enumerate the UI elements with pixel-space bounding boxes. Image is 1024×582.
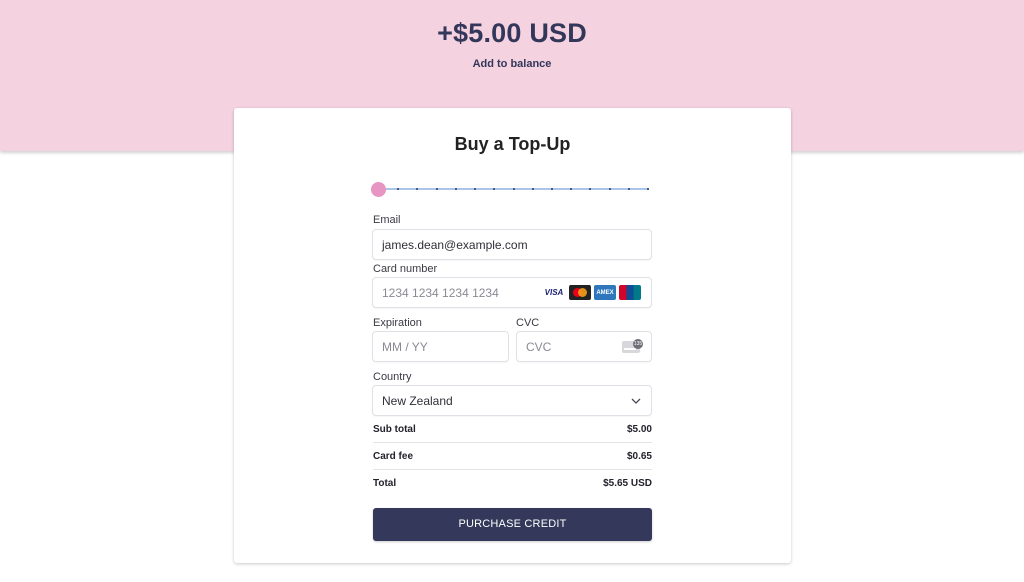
expiration-label: Expiration <box>373 317 422 329</box>
country-value: New Zealand <box>382 394 453 408</box>
total-label: Total <box>373 478 397 489</box>
expiration-field[interactable]: MM / YY <box>372 331 509 362</box>
amex-icon: AMEX <box>594 285 616 300</box>
cvc-label: CVC <box>516 317 540 329</box>
email-label: Email <box>373 214 401 226</box>
total-value: $5.65 USD <box>603 478 652 489</box>
slider-tick <box>589 188 592 190</box>
email-field[interactable]: james.dean@example.com <box>372 229 652 260</box>
country-select[interactable]: New Zealand <box>372 385 652 416</box>
card-fee-label: Card fee <box>373 451 414 462</box>
purchase-credit-button[interactable]: PURCHASE CREDIT <box>373 508 652 541</box>
card-title: Buy a Top-Up <box>454 134 571 154</box>
mastercard-icon <box>569 285 591 300</box>
subtotal-row: Sub total $5.00 <box>373 416 652 443</box>
slider-tick <box>570 188 573 190</box>
slider-tick <box>608 188 611 190</box>
slider-tick <box>627 188 630 190</box>
slider-tick <box>512 188 515 190</box>
top-up-card: Buy a Top-Up Email james.dean@example.co… <box>234 108 791 563</box>
unionpay-icon <box>619 285 641 300</box>
slider-tick <box>435 188 438 190</box>
cvc-card-icon: 135 <box>622 339 643 354</box>
slider-thumb[interactable] <box>371 182 386 197</box>
visa-icon: VISA <box>542 285 566 300</box>
expiration-placeholder: MM / YY <box>382 340 428 354</box>
subtotal-label: Sub total <box>373 424 416 435</box>
card-brands: VISA AMEX <box>542 285 641 301</box>
card-fee-row: Card fee $0.65 <box>373 443 652 470</box>
cvc-field[interactable]: CVC 135 <box>516 331 652 362</box>
slider-tick <box>647 188 649 190</box>
slider-tick <box>474 188 477 190</box>
amount-slider[interactable] <box>371 182 651 198</box>
slider-tick <box>397 188 400 190</box>
card-number-field[interactable]: 1234 1234 1234 1234 VISA AMEX <box>372 277 652 308</box>
email-value: james.dean@example.com <box>382 238 528 252</box>
slider-tick <box>531 188 534 190</box>
slider-tick <box>493 188 496 190</box>
top-up-amount: +$5.00 USD <box>437 18 587 48</box>
card-number-placeholder: 1234 1234 1234 1234 <box>382 286 499 300</box>
cvc-placeholder: CVC <box>526 340 552 354</box>
chevron-down-icon <box>631 398 641 404</box>
subtotal-value: $5.00 <box>626 424 652 435</box>
slider-tick <box>454 188 457 190</box>
country-label: Country <box>373 371 412 383</box>
slider-tick <box>416 188 419 190</box>
top-up-subtitle: Add to balance <box>472 58 552 70</box>
slider-tick <box>550 188 553 190</box>
card-fee-value: $0.65 <box>626 451 652 462</box>
total-row: Total $5.65 USD <box>373 470 652 497</box>
card-number-label: Card number <box>373 263 438 275</box>
